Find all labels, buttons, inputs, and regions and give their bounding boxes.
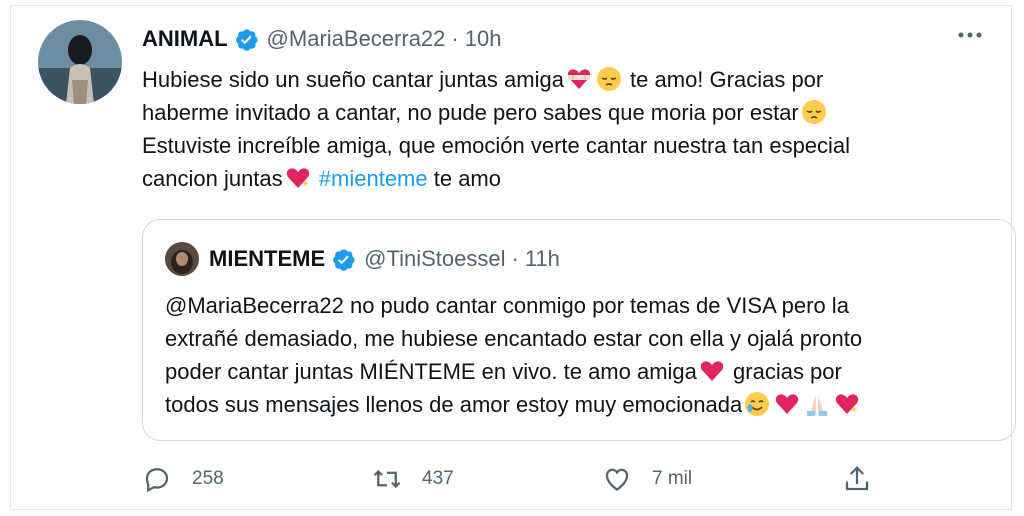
quoted-timestamp[interactable]: 11h [525, 246, 560, 272]
reply-count: 258 [192, 468, 224, 489]
heart-icon [605, 468, 629, 491]
tweet-card: ANIMAL @MariaBecerra22 · 10h Hubiese sid… [10, 5, 1016, 510]
share-button[interactable] [842, 454, 892, 504]
pensive-face-emoji-icon [596, 66, 622, 92]
sparkling-heart-emoji-icon [285, 165, 311, 191]
crying-smile-emoji-icon [744, 391, 770, 417]
retweet-button[interactable]: 437 [372, 454, 454, 504]
hashtag-link[interactable]: #mienteme [319, 166, 428, 191]
quoted-tweet-header: MIENTEME @TiniStoessel · 11h [165, 242, 560, 276]
more-options-icon[interactable] [953, 20, 987, 50]
reply-icon [145, 468, 169, 493]
verified-badge-icon [234, 27, 259, 52]
quoted-tweet[interactable]: MIENTEME @TiniStoessel · 11h @MariaBecer… [142, 219, 1016, 441]
quoted-display-name[interactable]: MIENTEME [209, 246, 325, 272]
pensive-face-emoji-icon [801, 99, 827, 125]
separator-dot: · [451, 26, 459, 51]
share-icon [845, 466, 869, 491]
tweet-text: Hubiese sido un sueño cantar juntas amig… [142, 63, 972, 195]
timestamp[interactable]: 10h [465, 26, 502, 52]
red-heart-emoji-icon [774, 391, 800, 417]
retweet-icon [373, 469, 401, 489]
avatar[interactable] [38, 20, 122, 104]
red-heart-emoji-icon [699, 358, 725, 384]
like-button[interactable]: 7 mil [602, 454, 692, 504]
bandaged-heart-emoji-icon [566, 66, 592, 92]
heart-with-ribbon-emoji-icon [834, 391, 860, 417]
reply-button[interactable]: 258 [142, 454, 224, 504]
tweet-text-part: Hubiese sido un sueño cantar juntas amig… [142, 67, 564, 92]
quoted-avatar[interactable] [165, 242, 199, 276]
retweet-count: 437 [422, 468, 454, 489]
display-name[interactable]: ANIMAL [142, 26, 228, 52]
separator-dot: · [511, 246, 519, 271]
tweet-actions: 258 437 7 mil [142, 454, 882, 504]
folded-hands-emoji-icon [804, 391, 830, 417]
tweet-header: ANIMAL @MariaBecerra22 · 10h [142, 25, 501, 53]
verified-badge-icon [331, 247, 356, 272]
like-count: 7 mil [652, 468, 693, 489]
user-handle[interactable]: @MariaBecerra22 [267, 26, 446, 52]
tweet-text-part: te amo [427, 166, 501, 191]
quoted-user-handle[interactable]: @TiniStoessel [364, 246, 505, 272]
quoted-tweet-text: @MariaBecerra22 no pudo cantar conmigo p… [165, 289, 985, 421]
